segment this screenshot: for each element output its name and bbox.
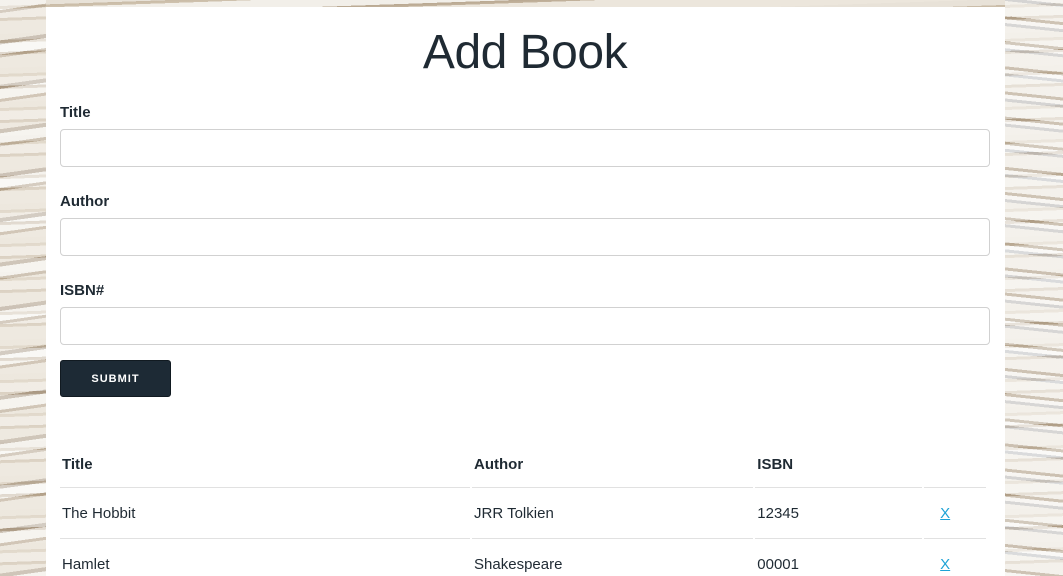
delete-book-link[interactable]: X xyxy=(940,556,950,573)
column-header-title: Title xyxy=(60,441,471,488)
table-header-row: Title Author ISBN xyxy=(60,441,986,488)
book-isbn-cell: 12345 xyxy=(755,488,923,539)
title-form-group: Title xyxy=(60,104,990,167)
book-author-cell: JRR Tolkien xyxy=(472,488,754,539)
page-title: Add Book xyxy=(422,26,628,79)
book-isbn-cell: 00001 xyxy=(755,539,922,576)
isbn-form-group: ISBN# xyxy=(60,282,990,345)
book-title-cell: Hamlet xyxy=(60,539,470,576)
delete-cell: X xyxy=(924,539,986,576)
book-form: Title Author ISBN# SUBMIT xyxy=(60,104,990,397)
author-input[interactable] xyxy=(60,218,990,256)
column-header-author: Author xyxy=(472,441,754,488)
title-input[interactable] xyxy=(60,129,990,167)
delete-book-link[interactable]: X xyxy=(940,505,950,522)
submit-button[interactable]: SUBMIT xyxy=(60,360,171,397)
title-label: Title xyxy=(60,104,91,121)
author-form-group: Author xyxy=(60,193,990,256)
table-row: Hamlet Shakespeare 00001 X xyxy=(60,539,986,576)
column-header-isbn: ISBN xyxy=(755,441,923,488)
book-title-cell: The Hobbit xyxy=(60,488,471,539)
background-books-right xyxy=(1005,0,1063,576)
table-row: The Hobbit JRR Tolkien 12345 X xyxy=(60,488,986,539)
column-header-delete xyxy=(924,441,986,488)
isbn-label: ISBN# xyxy=(60,282,105,299)
delete-cell: X xyxy=(924,488,986,539)
main-container: Add Book Title Author ISBN# SUBMIT Title… xyxy=(46,7,1005,576)
isbn-input[interactable] xyxy=(60,307,990,345)
author-label: Author xyxy=(60,193,110,210)
book-list-table: Title Author ISBN The Hobbit JRR Tolkien… xyxy=(58,441,988,576)
book-author-cell: Shakespeare xyxy=(472,539,753,576)
background-books-left xyxy=(0,0,46,576)
